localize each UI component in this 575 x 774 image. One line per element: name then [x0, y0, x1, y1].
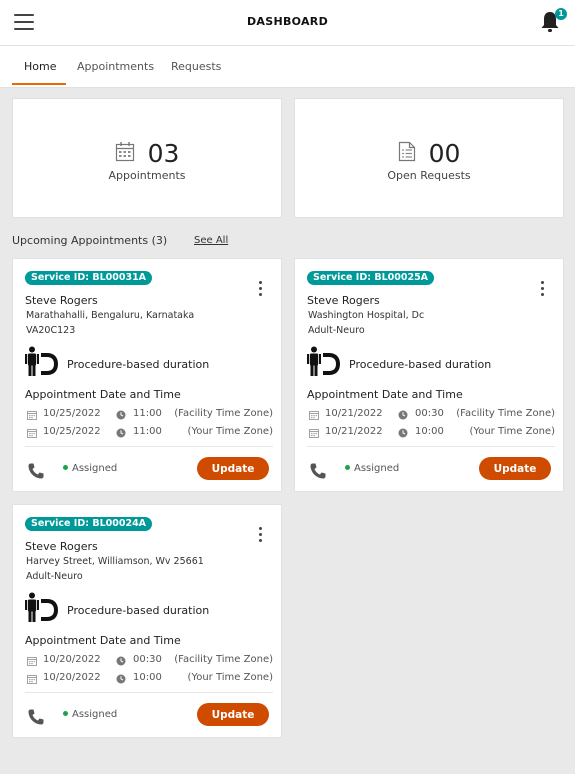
requests-stat-card[interactable]: 00 Open Requests [294, 98, 564, 218]
tab-requests[interactable]: Requests [171, 60, 221, 73]
calendar-icon [309, 410, 319, 423]
requests-count: 00 [428, 139, 461, 168]
tab-bar: Home Appointments Requests [0, 46, 575, 88]
patient-name: Steve Rogers [25, 294, 98, 307]
patient-name: Steve Rogers [25, 540, 98, 553]
facility-time-row: 10/25/2022 11:00 (Facility Time Zone) [25, 408, 273, 422]
facility-time-row: 10/21/2022 00:30 (Facility Time Zone) [307, 408, 555, 422]
procedure-duration: Procedure-based duration [349, 358, 492, 371]
facility-time-zone: (Facility Time Zone) [456, 408, 555, 419]
procedure-duration: Procedure-based duration [67, 604, 210, 617]
your-time: 10:00 [133, 672, 162, 683]
facility-time: 00:30 [133, 654, 162, 665]
appointment-card: Service ID: BL00025A Steve Rogers Washin… [294, 258, 564, 492]
see-all-link[interactable]: See All [194, 235, 228, 246]
calendar-icon [27, 410, 37, 423]
status-label: Assigned [63, 709, 117, 720]
procedure-duration: Procedure-based duration [67, 358, 210, 371]
status-text: Assigned [72, 709, 118, 720]
document-icon [398, 141, 416, 166]
top-bar: DASHBOARD 1 [0, 0, 575, 46]
update-button[interactable]: Update [197, 703, 269, 726]
calendar-icon [27, 656, 37, 669]
status-dot [345, 464, 350, 470]
your-date: 10/25/2022 [43, 426, 101, 437]
appointments-stat-card[interactable]: 03 Appointments [12, 98, 282, 218]
phone-icon[interactable] [27, 462, 45, 484]
calendar-icon [27, 674, 37, 687]
clock-icon [116, 674, 126, 687]
appointment-card: Service ID: BL00024A Steve Rogers Harvey… [12, 504, 282, 738]
facility-date: 10/21/2022 [325, 408, 383, 419]
facility-time-zone: (Facility Time Zone) [174, 654, 273, 665]
procedure-icon [307, 346, 341, 382]
clock-icon [116, 410, 126, 423]
update-button[interactable]: Update [479, 457, 551, 480]
your-time: 11:00 [133, 426, 162, 437]
card-divider [307, 446, 555, 447]
location-address: Marathahalli, Bengaluru, Karnataka [26, 310, 195, 321]
clock-icon [398, 428, 408, 441]
location-address: Washington Hospital, Dc [308, 310, 425, 321]
your-time-row: 10/20/2022 10:00 (Your Time Zone) [25, 672, 273, 686]
your-time-zone: (Your Time Zone) [469, 426, 555, 437]
clock-icon [398, 410, 408, 423]
your-time-row: 10/25/2022 11:00 (Your Time Zone) [25, 426, 273, 440]
requests-label: Open Requests [387, 169, 471, 182]
more-vertical-icon[interactable] [257, 281, 263, 299]
card-divider [25, 446, 273, 447]
facility-time-zone: (Facility Time Zone) [174, 408, 273, 419]
service-id-badge: Service ID: BL00025A [307, 271, 435, 285]
procedure-icon [25, 346, 59, 382]
appointment-datetime-heading: Appointment Date and Time [25, 388, 181, 401]
your-date: 10/20/2022 [43, 672, 101, 683]
calendar-icon [309, 428, 319, 441]
facility-time: 00:30 [415, 408, 444, 419]
facility-time: 11:00 [133, 408, 162, 419]
page-title: DASHBOARD [246, 15, 329, 28]
facility-date: 10/20/2022 [43, 654, 101, 665]
more-vertical-icon[interactable] [539, 281, 545, 299]
location-detail: Adult-Neuro [26, 571, 83, 582]
status-text: Assigned [354, 463, 400, 474]
calendar-icon [27, 428, 37, 441]
status-label: Assigned [63, 463, 117, 474]
phone-icon[interactable] [309, 462, 327, 484]
status-label: Assigned [345, 463, 399, 474]
service-id-badge: Service ID: BL00031A [25, 271, 153, 285]
service-id-badge: Service ID: BL00024A [25, 517, 153, 531]
facility-time-row: 10/20/2022 00:30 (Facility Time Zone) [25, 654, 273, 668]
update-button[interactable]: Update [197, 457, 269, 480]
procedure-icon [25, 592, 59, 628]
appointments-label: Appointments [108, 169, 186, 182]
clock-icon [116, 656, 126, 669]
active-tab-indicator [12, 83, 66, 85]
status-text: Assigned [72, 463, 118, 474]
card-divider [25, 692, 273, 693]
your-date: 10/21/2022 [325, 426, 383, 437]
tab-home[interactable]: Home [24, 60, 56, 73]
upcoming-appointments-heading: Upcoming Appointments (3) [12, 234, 168, 247]
location-detail: Adult-Neuro [308, 325, 365, 336]
location-address: Harvey Street, Williamson, Wv 25661 [26, 556, 204, 567]
your-time-zone: (Your Time Zone) [187, 426, 273, 437]
patient-name: Steve Rogers [307, 294, 380, 307]
your-time-zone: (Your Time Zone) [187, 672, 273, 683]
appointment-datetime-heading: Appointment Date and Time [307, 388, 463, 401]
notification-badge: 1 [555, 8, 567, 20]
phone-icon[interactable] [27, 708, 45, 730]
your-time: 10:00 [415, 426, 444, 437]
tab-appointments[interactable]: Appointments [77, 60, 154, 73]
more-vertical-icon[interactable] [257, 527, 263, 545]
status-dot [63, 464, 68, 470]
clock-icon [116, 428, 126, 441]
calendar-icon [115, 141, 135, 166]
status-dot [63, 710, 68, 716]
appointments-count: 03 [147, 139, 180, 168]
your-time-row: 10/21/2022 10:00 (Your Time Zone) [307, 426, 555, 440]
facility-date: 10/25/2022 [43, 408, 101, 419]
appointment-datetime-heading: Appointment Date and Time [25, 634, 181, 647]
appointment-card: Service ID: BL00031A Steve Rogers Marath… [12, 258, 282, 492]
location-detail: VA20C123 [26, 325, 76, 336]
